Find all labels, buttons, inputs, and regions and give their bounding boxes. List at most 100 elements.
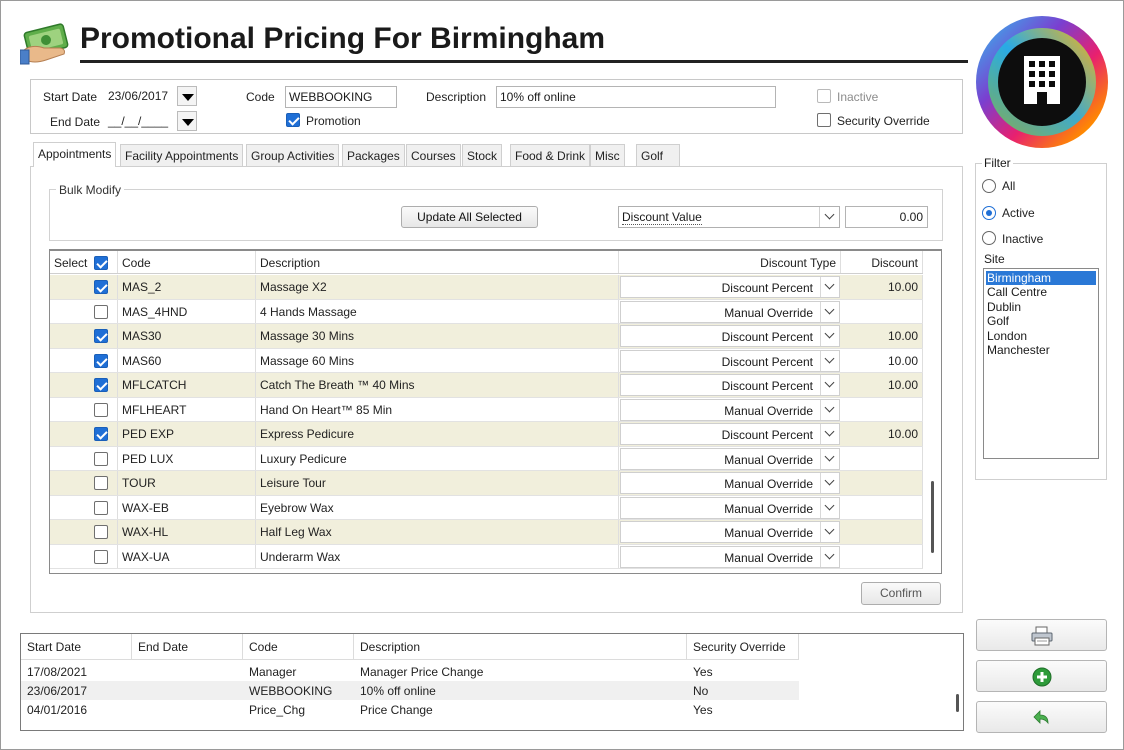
list-item[interactable]: 17/08/2021 Manager Manager Price Change Yes [21, 662, 799, 681]
start-date-field[interactable]: 23/06/2017 [108, 89, 168, 103]
row-discount-type-select[interactable]: Discount Percent [620, 325, 840, 347]
col-security-override[interactable]: Security Override [687, 634, 799, 659]
site-item-london[interactable]: London [986, 329, 1096, 343]
row-discount[interactable] [841, 299, 923, 323]
row-discount[interactable] [841, 471, 923, 495]
site-item-manchester[interactable]: Manchester [986, 343, 1096, 357]
tab-appointments[interactable]: Appointments [33, 142, 117, 167]
description-input[interactable]: 10% off online [496, 86, 776, 108]
row-discount-type-select[interactable]: Manual Override [620, 545, 840, 568]
table-row[interactable]: MAS_4HND 4 Hands Massage Manual Override [50, 299, 923, 324]
table-row[interactable]: MFLCATCH Catch The Breath ™ 40 Mins Discou… [50, 373, 923, 398]
row-discount-type-select[interactable]: Discount Percent [620, 374, 840, 396]
col-discount[interactable]: Discount [841, 251, 923, 273]
list-item[interactable]: 04/01/2016 Price_Chg Price Change Yes [21, 700, 799, 719]
filter-active-radio[interactable] [982, 206, 996, 220]
tab-courses[interactable]: Courses [406, 144, 461, 166]
row-select-checkbox[interactable] [94, 476, 108, 490]
promotion-checkbox[interactable] [286, 113, 300, 127]
row-select-checkbox[interactable] [94, 280, 108, 294]
tab-food-drink[interactable]: Food & Drink [510, 144, 591, 166]
col-description[interactable]: Description [354, 634, 687, 659]
code-input[interactable]: WEBBOOKING [285, 86, 397, 108]
row-select-checkbox[interactable] [94, 378, 108, 392]
tab-stock[interactable]: Stock [462, 144, 503, 166]
row-select-checkbox[interactable] [94, 525, 108, 539]
undo-button[interactable] [976, 701, 1107, 733]
row-discount[interactable] [841, 446, 923, 470]
grid-scroll-thumb[interactable] [931, 481, 934, 553]
bulk-discount-type-select[interactable]: Discount Value [618, 206, 840, 228]
table-row[interactable]: MFLHEART Hand On Heart™ 85 Min Manual Over… [50, 397, 923, 422]
row-select-checkbox[interactable] [94, 353, 108, 368]
grid-scrollbar[interactable] [923, 251, 941, 573]
filter-all-radio[interactable] [982, 179, 996, 193]
table-row[interactable]: PED EXP Express Pedicure Discount Percent 1… [50, 422, 923, 447]
tab-facility-appointments[interactable]: Facility Appointments [120, 144, 244, 166]
row-discount[interactable] [841, 397, 923, 421]
tab-packages[interactable]: Packages [342, 144, 405, 166]
row-discount[interactable] [841, 520, 923, 544]
row-discount[interactable]: 10.00 [841, 422, 923, 446]
table-row[interactable]: MAS30 Massage 30 Mins Discount Percent 10.0… [50, 324, 923, 349]
site-item-dublin[interactable]: Dublin [986, 300, 1096, 314]
row-discount-type-select[interactable]: Manual Override [620, 496, 840, 519]
row-select-checkbox[interactable] [94, 329, 108, 343]
table-row[interactable]: PED LUX Luxury Pedicure Manual Override [50, 446, 923, 471]
row-discount-type-select[interactable]: Manual Override [620, 472, 840, 494]
table-row[interactable]: TOUR Leisure Tour Manual Override [50, 471, 923, 496]
row-select-checkbox[interactable] [94, 500, 108, 515]
col-code[interactable]: Code [243, 634, 354, 659]
row-discount[interactable]: 10.00 [841, 324, 923, 348]
row-discount[interactable] [841, 495, 923, 519]
col-code[interactable]: Code [118, 251, 256, 273]
end-date-field[interactable]: __/__/____ [108, 114, 168, 128]
row-discount-type-select[interactable]: Manual Override [620, 300, 840, 323]
row-select-checkbox[interactable] [94, 402, 108, 417]
select-all-checkbox[interactable] [94, 256, 108, 270]
row-discount-type-select[interactable]: Manual Override [620, 447, 840, 470]
row-discount[interactable] [841, 544, 923, 568]
list-item[interactable]: 23/06/2017 WEBBOOKING 10% off online No [21, 681, 799, 700]
site-item-birmingham[interactable]: Birmingham [986, 271, 1096, 285]
add-button[interactable] [976, 660, 1107, 692]
start-date-dropdown-icon[interactable] [177, 86, 197, 106]
site-list[interactable]: Birmingham Call Centre Dublin Golf Londo… [983, 268, 1099, 459]
site-item-call-centre[interactable]: Call Centre [986, 285, 1096, 299]
row-discount[interactable]: 10.00 [841, 348, 923, 372]
row-discount-type-select[interactable]: Manual Override [620, 398, 840, 421]
row-discount[interactable]: 10.00 [841, 275, 923, 299]
table-row[interactable]: WAX-HL Half Leg Wax Manual Override [50, 520, 923, 545]
end-date-dropdown-icon[interactable] [177, 111, 197, 131]
bulk-value-input[interactable]: 0.00 [845, 206, 928, 228]
site-item-golf[interactable]: Golf [986, 314, 1096, 328]
filter-inactive-radio[interactable] [982, 231, 996, 245]
row-discount-type-select[interactable]: Discount Percent [620, 349, 840, 372]
table-row[interactable]: MAS_2 Massage X2 Discount Percent 10.00 [50, 275, 923, 300]
promotions-list-scroll-thumb[interactable] [956, 694, 959, 712]
row-code: TOUR [118, 471, 256, 495]
tab-group-activities[interactable]: Group Activities [246, 144, 340, 166]
col-end-date[interactable]: End Date [132, 634, 243, 659]
row-select-checkbox[interactable] [94, 451, 108, 466]
update-all-selected-button[interactable]: Update All Selected [401, 206, 538, 228]
inactive-checkbox[interactable] [817, 89, 831, 103]
row-select-checkbox[interactable] [94, 427, 108, 441]
row-select-checkbox[interactable] [94, 549, 108, 564]
col-description[interactable]: Description [256, 251, 619, 273]
row-discount[interactable]: 10.00 [841, 373, 923, 397]
table-row[interactable]: MAS60 Massage 60 Mins Discount Percent 10.0… [50, 348, 923, 373]
table-row[interactable]: WAX-UA Underarm Wax Manual Override [50, 544, 923, 569]
security-override-checkbox[interactable] [817, 113, 831, 127]
confirm-button[interactable]: Confirm [861, 582, 941, 605]
row-discount-type-select[interactable]: Discount Percent [620, 423, 840, 445]
row-select-checkbox[interactable] [94, 304, 108, 319]
row-discount-type-select[interactable]: Manual Override [620, 521, 840, 543]
table-row[interactable]: WAX-EB Eyebrow Wax Manual Override [50, 495, 923, 520]
col-discount-type[interactable]: Discount Type [619, 251, 841, 273]
col-start-date[interactable]: Start Date [21, 634, 132, 659]
print-button[interactable] [976, 619, 1107, 651]
row-discount-type-select[interactable]: Discount Percent [620, 276, 840, 298]
tab-misc[interactable]: Misc [590, 144, 625, 166]
tab-golf[interactable]: Golf [636, 144, 680, 166]
